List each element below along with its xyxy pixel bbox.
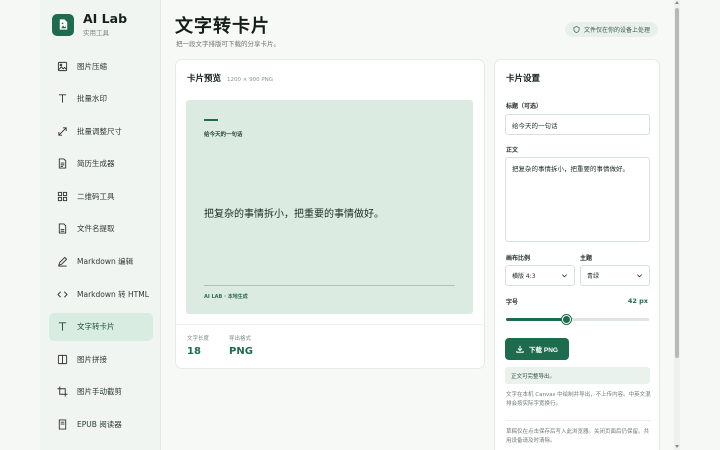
sidebar-item-label: Markdown 转 HTML	[77, 289, 149, 299]
card-title: 给今天的一句话	[204, 132, 243, 138]
sidebar-item-resume-builder[interactable]: 简历生成器	[49, 150, 153, 178]
sidebar-item-qrcode[interactable]: 二维码工具	[49, 182, 153, 210]
book-page-icon	[57, 419, 68, 430]
preview-dimensions: 1200 × 900 PNG	[227, 77, 274, 83]
card-divider	[204, 285, 455, 286]
sidebar-item-label: 图片手动截剪	[77, 387, 122, 397]
sidebar: AI Lab 实用工具 图片压缩 批量水印 批量调整尺寸 简历生成器 二维码工具…	[40, 0, 161, 450]
privacy-badge-text: 文件仅在你的设备上处理	[583, 27, 650, 34]
card-footer: AI LAB · 本地生成	[204, 294, 248, 300]
scrollbar-thumb[interactable]	[675, 8, 679, 358]
ratio-select[interactable]: 横版 4:3	[505, 265, 575, 286]
preview-stats: 文字长度 18 导出格式 PNG	[187, 334, 273, 357]
card-preview-panel: 卡片预览 1200 × 900 PNG 给今天的一句话 把复杂的事情拆小，把重要…	[175, 59, 485, 369]
sidebar-item-epub-reader[interactable]: EPUB 阅读器	[49, 411, 153, 439]
sidebar-item-image-compress[interactable]: 图片压缩	[49, 52, 153, 80]
local-render-note: 文字在本机 Canvas 中绘制并导出，不上传内容。中英文混排会按实际字宽换行。	[506, 392, 651, 407]
app-frame: AI Lab 实用工具 图片压缩 批量水印 批量调整尺寸 简历生成器 二维码工具…	[40, 0, 680, 450]
document-icon	[57, 158, 68, 169]
file-icon	[57, 223, 68, 235]
body-textarea[interactable]: 把复杂的事情拆小，把重要的事情做好。	[505, 157, 650, 242]
sidebar-item-markdown-html[interactable]: Markdown 转 HTML	[49, 280, 153, 308]
sidebar-item-label: 文字转卡片	[77, 322, 115, 332]
stat-value: PNG	[229, 346, 253, 357]
sidebar-item-batch-resize[interactable]: 批量调整尺寸	[49, 117, 153, 145]
page-title: 文字转卡片	[175, 16, 270, 37]
export-status: 正文可完整导出。	[505, 367, 650, 384]
sidebar-item-label: 图片压缩	[77, 61, 107, 71]
text-t-icon	[57, 93, 68, 104]
sidebar-nav: 图片压缩 批量水印 批量调整尺寸 简历生成器 二维码工具 文件名提取 Markd…	[49, 52, 153, 443]
note-divider	[506, 420, 651, 421]
theme-label: 主题	[580, 255, 593, 262]
font-size-label: 字号	[506, 299, 519, 306]
sidebar-item-label: 文件名提取	[77, 224, 115, 234]
sidebar-item-image-crop[interactable]: 图片手动截剪	[49, 378, 153, 406]
main-content: 文字转卡片 把一段文字排版可下载的分享卡片。 文件仅在你的设备上处理 卡片预览 …	[161, 0, 676, 450]
shield-icon	[573, 26, 580, 33]
sidebar-item-markdown-edit[interactable]: Markdown 编辑	[49, 248, 153, 276]
stats-divider	[176, 324, 484, 325]
chevron-down-icon	[562, 274, 567, 278]
theme-select-value: 青绿	[587, 273, 600, 280]
code-brackets-icon	[57, 289, 68, 300]
crop-icon	[57, 386, 68, 397]
download-icon	[516, 345, 524, 353]
chevron-down-icon	[637, 274, 642, 278]
draft-note: 草稿仅在点击保存后写入此浏览器。关闭页面后仍保留。共用设备请及时清除。	[506, 429, 650, 444]
document-image-icon	[52, 13, 74, 36]
slider-fill	[506, 318, 567, 321]
body-field-label: 正文	[506, 147, 519, 154]
slider-handle[interactable]	[561, 314, 571, 324]
sidebar-item-filename-extract[interactable]: 文件名提取	[49, 215, 153, 243]
ratio-label: 画布比例	[506, 255, 531, 262]
card-preview: 给今天的一句话 把复杂的事情拆小，把重要的事情做好。 AI LAB · 本地生成	[186, 100, 473, 314]
sidebar-item-label: Markdown 编辑	[77, 257, 134, 267]
sidebar-item-label: 简历生成器	[77, 159, 115, 169]
scroll-down-arrow-icon[interactable]	[675, 445, 679, 448]
download-png-button[interactable]: 下载 PNG	[505, 338, 569, 360]
sidebar-item-batch-watermark[interactable]: 批量水印	[49, 85, 153, 113]
stat-export-format: 导出格式 PNG	[229, 334, 253, 357]
stat-label: 导出格式	[229, 336, 252, 342]
sidebar-item-image-stitch[interactable]: 图片拼接	[49, 345, 153, 373]
card-accent-bar	[204, 119, 218, 121]
sidebar-item-text-to-card[interactable]: 文字转卡片	[49, 312, 153, 341]
scroll-up-arrow-icon[interactable]	[675, 1, 679, 4]
page-scrollbar[interactable]	[674, 0, 680, 450]
sidebar-item-label: 批量水印	[77, 94, 107, 104]
pen-icon	[57, 256, 68, 267]
page-subtitle: 把一段文字排版可下载的分享卡片。	[176, 40, 280, 48]
card-body: 把复杂的事情拆小，把重要的事情做好。	[204, 209, 384, 220]
brand-subtitle: 实用工具	[83, 29, 109, 37]
privacy-badge: 文件仅在你的设备上处理	[564, 22, 658, 37]
book-icon	[57, 354, 68, 365]
image-icon	[57, 61, 68, 72]
title-input[interactable]	[505, 114, 650, 135]
preview-title: 卡片预览	[187, 74, 222, 84]
sidebar-item-label: 图片拼接	[77, 354, 107, 364]
brand[interactable]: AI Lab 实用工具	[52, 12, 127, 37]
sidebar-item-label: 批量调整尺寸	[77, 126, 122, 136]
sidebar-item-label: EPUB 阅读器	[77, 420, 122, 430]
title-field-label: 标题（可选）	[506, 103, 543, 110]
theme-select[interactable]: 青绿	[580, 265, 650, 286]
download-button-label: 下载 PNG	[529, 347, 558, 354]
stat-value: 18	[187, 346, 201, 357]
resize-arrows-icon	[57, 126, 68, 137]
card-settings-panel: 卡片设置 标题（可选） 正文 把复杂的事情拆小，把重要的事情做好。 画布比例 横…	[494, 59, 660, 450]
font-size-value: 42 px	[627, 297, 648, 305]
stat-label: 文字长度	[187, 336, 210, 342]
font-size-slider[interactable]	[506, 314, 649, 324]
grid-icon	[57, 191, 68, 202]
stat-text-length: 文字长度 18	[187, 334, 209, 357]
ratio-select-value: 横版 4:3	[512, 273, 536, 280]
brand-title: AI Lab	[83, 11, 128, 26]
sidebar-item-label: 二维码工具	[77, 191, 115, 201]
text-t-icon	[57, 321, 68, 332]
settings-title: 卡片设置	[506, 74, 541, 84]
